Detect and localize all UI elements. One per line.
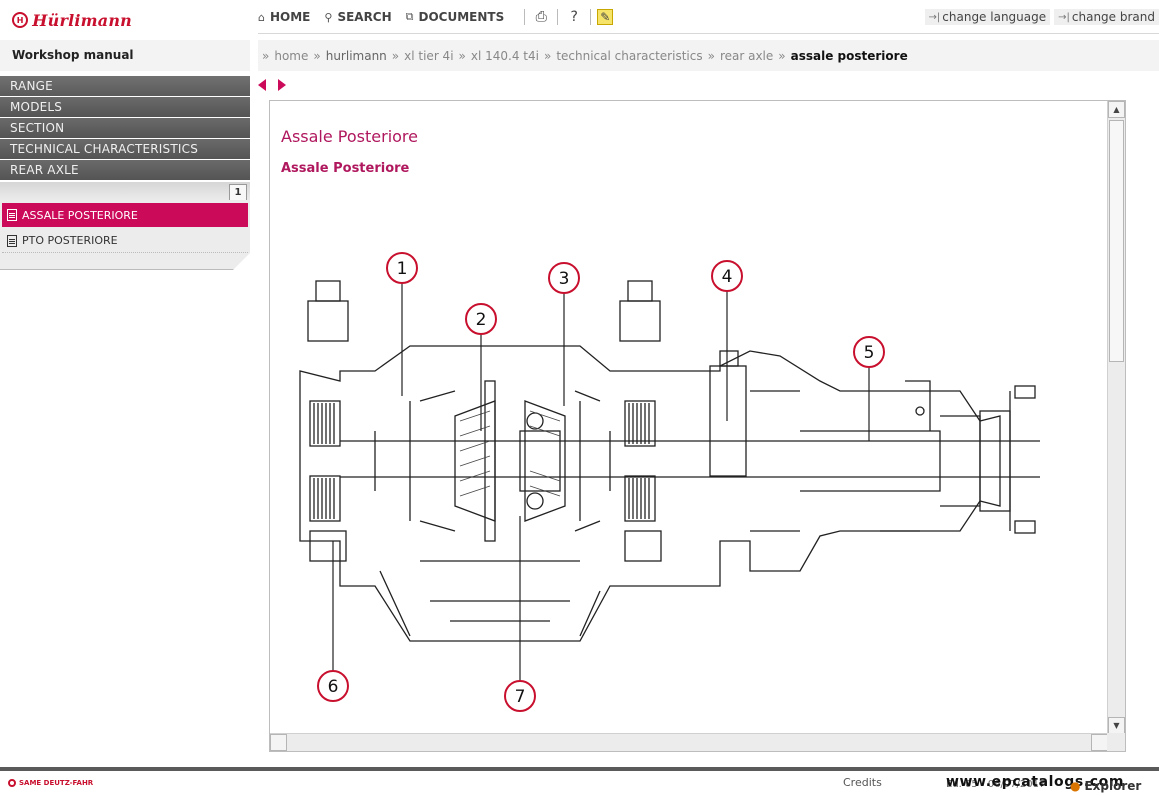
nav-home[interactable]: ⌂ HOME — [258, 10, 310, 24]
breadcrumb-separator: » — [391, 48, 400, 63]
scroll-left-button[interactable] — [270, 734, 287, 751]
scrollbar-corner — [1107, 733, 1125, 751]
document-item-assale-posteriore[interactable]: ASSALE POSTERIORE — [2, 203, 248, 227]
scroll-thumb[interactable] — [1109, 120, 1124, 362]
breadcrumb-brand[interactable]: hurlimann — [326, 49, 387, 63]
document-label: PTO POSTERIORE — [22, 234, 118, 247]
logo-badge: H — [12, 12, 29, 28]
home-icon: ⌂ — [258, 10, 265, 24]
callout-1: 1 — [386, 252, 418, 284]
breadcrumb-separator: » — [458, 48, 466, 63]
callout-6-label: 6 — [328, 677, 339, 697]
arrow-right-icon: →| — [928, 11, 941, 23]
notes-icon[interactable]: ✎ — [597, 9, 614, 25]
sidebar-item-models[interactable]: MODELS — [0, 97, 250, 117]
callout-5: 5 — [853, 336, 885, 368]
breadcrumb-model[interactable]: xl 140.4 t4i — [471, 49, 539, 63]
explorer-brand: ● Explorer — [1070, 779, 1141, 793]
breadcrumb-separator: » — [543, 48, 552, 63]
explorer-logo-icon: ● — [1070, 779, 1081, 793]
breadcrumb-separator: » — [707, 48, 715, 63]
tool-icons: ⎙ ? ✎ — [524, 8, 619, 26]
explorer-label: Explorer — [1084, 779, 1142, 793]
document-item-pto-posteriore[interactable]: PTO POSTERIORE — [2, 229, 248, 253]
help-icon[interactable]: ? — [564, 8, 584, 26]
sidebar-menu: RANGE MODELS SECTION TECHNICAL CHARACTER… — [0, 76, 250, 181]
sidebar-item-range[interactable]: RANGE — [0, 76, 250, 96]
callout-4-label: 4 — [722, 267, 733, 287]
callout-1-label: 1 — [397, 259, 408, 279]
nav-search-label: SEARCH — [337, 10, 392, 24]
nav-search[interactable]: ⚲ SEARCH — [324, 10, 391, 24]
search-icon: ⚲ — [324, 10, 333, 24]
change-brand-label: change brand — [1071, 10, 1155, 24]
change-brand-link[interactable]: →| change brand — [1054, 9, 1159, 25]
footer: SAME DEUTZ-FAHR Credits Ed. 05 - 06/07/2… — [0, 767, 1159, 796]
change-language-label: change language — [942, 10, 1047, 24]
sidebar-item-technical-characteristics[interactable]: TECHNICAL CHARACTERISTICS — [0, 139, 250, 159]
callout-7-label: 7 — [515, 687, 526, 707]
next-page-icon[interactable] — [278, 79, 286, 91]
sdf-logo-mark — [8, 779, 16, 787]
top-toolbar: ⌂ HOME ⚲ SEARCH ⧉ DOCUMENTS ⎙ ? ✎ →| cha… — [258, 0, 1159, 34]
print-icon[interactable]: ⎙ — [531, 8, 551, 26]
breadcrumb-section[interactable]: technical characteristics — [556, 49, 702, 63]
arrow-right-icon: →| — [1058, 11, 1070, 23]
logo-text: Hürlimann — [32, 10, 132, 30]
nav-documents-label: DOCUMENTS — [418, 10, 505, 24]
breadcrumb-separator: » — [778, 48, 786, 63]
document-viewer: Assale Posteriore Assale Posteriore 1 2 … — [269, 100, 1126, 752]
document-label: ASSALE POSTERIORE — [22, 208, 138, 222]
documents-icon: ⧉ — [405, 10, 414, 23]
scroll-right-button[interactable] — [1091, 734, 1108, 751]
callout-6: 6 — [317, 670, 349, 702]
scroll-down-button[interactable]: ▼ — [1108, 717, 1125, 734]
credits-link[interactable]: Credits — [843, 776, 882, 789]
sidebar-item-section[interactable]: SECTION — [0, 118, 250, 138]
top-right-links: →| change language →| change brand — [921, 9, 1159, 25]
scroll-up-button[interactable]: ▲ — [1108, 101, 1125, 118]
callout-3: 3 — [548, 262, 580, 294]
document-pager: 1 — [0, 182, 250, 201]
breadcrumb-group[interactable]: rear axle — [720, 49, 773, 63]
callout-3-label: 3 — [559, 269, 570, 289]
nav-home-label: HOME — [269, 10, 311, 24]
rear-axle-drawing: 1 2 3 4 5 6 7 — [299, 252, 1040, 712]
breadcrumb-range[interactable]: xl tier 4i — [404, 49, 453, 63]
vertical-scrollbar[interactable]: ▲ ▼ — [1107, 101, 1125, 734]
callout-7: 7 — [504, 680, 536, 712]
document-icon — [7, 234, 17, 247]
nav-documents[interactable]: ⧉ DOCUMENTS — [406, 10, 505, 24]
divider — [524, 9, 526, 25]
document-subtitle: Assale Posteriore — [281, 161, 410, 176]
document-icon — [7, 209, 17, 221]
callout-4: 4 — [711, 260, 743, 292]
breadcrumb-current: assale posteriore — [790, 48, 908, 63]
company-name: SAME DEUTZ-FAHR — [19, 779, 94, 787]
change-language-link[interactable]: →| change language — [924, 9, 1051, 25]
breadcrumb-separator: » — [313, 48, 321, 63]
breadcrumb-home[interactable]: home — [274, 49, 308, 63]
same-deutz-fahr-logo: SAME DEUTZ-FAHR — [8, 779, 93, 787]
divider — [557, 9, 559, 25]
sidebar-item-rear-axle[interactable]: REAR AXLE — [0, 160, 250, 180]
main-nav: ⌂ HOME ⚲ SEARCH ⧉ DOCUMENTS ⎙ ? ✎ — [258, 8, 619, 26]
page-tab[interactable]: 1 — [229, 184, 247, 200]
previous-page-icon[interactable] — [258, 79, 266, 91]
callout-2-label: 2 — [476, 310, 487, 330]
breadcrumb: » home » hurlimann » xl tier 4i » xl 140… — [258, 40, 1159, 71]
document-title: Assale Posteriore — [281, 127, 418, 146]
page-navigation — [258, 79, 286, 91]
divider — [590, 9, 592, 25]
hurlimann-logo[interactable]: H Hürlimann — [12, 8, 132, 32]
callout-2: 2 — [465, 303, 497, 335]
breadcrumb-separator: » — [262, 48, 270, 63]
document-content: Assale Posteriore Assale Posteriore 1 2 … — [270, 101, 1108, 734]
horizontal-scrollbar[interactable] — [270, 733, 1108, 751]
callout-5-label: 5 — [864, 343, 875, 363]
workshop-manual-title: Workshop manual — [0, 40, 250, 71]
document-list: 1 ASSALE POSTERIORE PTO POSTERIORE — [0, 182, 251, 270]
